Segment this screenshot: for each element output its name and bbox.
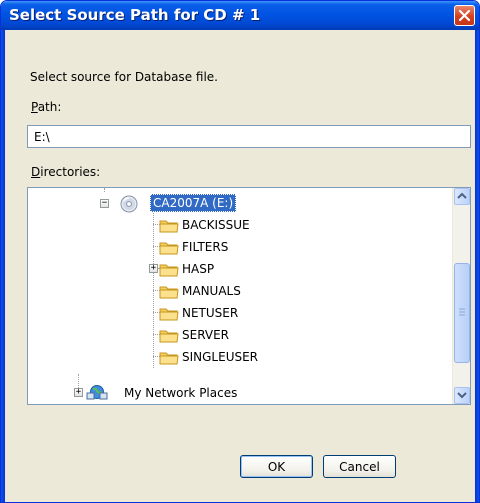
prompt-text: Select source for Database file. [30, 70, 218, 84]
tree-item-folder[interactable]: + HASP [28, 260, 448, 280]
cd-drive-icon [120, 195, 138, 213]
directory-tree[interactable]: − CA2007A (E:) BACKISSUE FILTERS + HASP [27, 187, 471, 405]
folder-icon [159, 308, 179, 321]
tree-item-folder[interactable]: SINGLEUSER [28, 348, 448, 368]
tree-item-network[interactable]: + My Network Places [28, 384, 448, 404]
chevron-up-icon [457, 192, 467, 199]
folder-icon [159, 242, 179, 255]
tree-item-folder[interactable]: MANUALS [28, 282, 448, 302]
tree-item-folder[interactable]: BACKISSUE [28, 216, 448, 236]
folder-label: SERVER [182, 328, 230, 342]
title-bar[interactable]: Select Source Path for CD # 1 [1, 1, 479, 30]
scroll-up-button[interactable] [454, 188, 470, 205]
close-button[interactable] [454, 5, 475, 26]
window-frame-right [475, 30, 479, 502]
tree-item-folder[interactable]: FILTERS [28, 238, 448, 258]
folder-label: HASP [182, 262, 215, 276]
dialog-window: Select Source Path for CD # 1 Select sou… [0, 0, 480, 503]
folder-icon [159, 220, 179, 233]
chevron-down-icon [457, 392, 467, 399]
scroll-thumb[interactable] [454, 263, 470, 363]
close-icon [458, 9, 471, 22]
tree-line [104, 188, 105, 192]
drive-label: CA2007A (E:) [150, 194, 237, 212]
path-input[interactable] [27, 125, 471, 148]
tree-scrollbar[interactable] [452, 188, 470, 404]
directories-label-rest: irectories: [40, 165, 101, 179]
expand-toggle[interactable]: + [149, 264, 158, 273]
folder-label: SINGLEUSER [182, 350, 259, 364]
dialog-title: Select Source Path for CD # 1 [9, 6, 261, 24]
path-label: Path: [31, 100, 61, 114]
folder-label: BACKISSUE [182, 218, 250, 232]
directories-label-accel: D [31, 165, 41, 179]
directories-label: Directories: [31, 165, 100, 179]
network-label: My Network Places [124, 386, 238, 400]
cancel-button[interactable]: Cancel [323, 455, 396, 478]
folder-icon [159, 286, 179, 299]
scroll-down-button[interactable] [454, 387, 470, 404]
collapse-toggle[interactable]: − [100, 199, 109, 208]
ok-button[interactable]: OK [240, 455, 313, 478]
tree-item-folder[interactable]: NETUSER [28, 304, 448, 324]
folder-icon [159, 330, 179, 343]
path-label-accel: P [31, 100, 38, 114]
folder-label: FILTERS [182, 240, 229, 254]
folder-icon [159, 352, 179, 365]
folder-label: MANUALS [182, 284, 241, 298]
tree-item-drive[interactable]: − CA2007A (E:) [28, 194, 448, 214]
path-label-rest: ath: [37, 100, 62, 114]
folder-label: NETUSER [182, 306, 239, 320]
expand-toggle[interactable]: + [74, 388, 83, 397]
tree-item-folder[interactable]: SERVER [28, 326, 448, 346]
grip-icon [459, 308, 465, 316]
network-places-icon [86, 385, 108, 400]
folder-icon [159, 264, 179, 277]
